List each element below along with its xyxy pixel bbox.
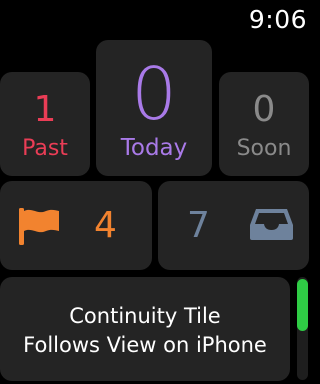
tile-inbox[interactable]: 7 [158, 181, 309, 270]
inbox-tray-icon [250, 209, 293, 240]
tile-today[interactable]: 0 Today [96, 40, 212, 176]
scroll-indicator-thumb [297, 279, 308, 331]
status-time: 9:06 [248, 5, 307, 34]
past-count: 1 [33, 89, 57, 130]
today-label: Today [120, 135, 188, 161]
continuity-line-1: Continuity Tile [69, 304, 221, 328]
past-label: Past [22, 136, 68, 161]
inbox-count: 7 [187, 205, 210, 246]
flag-icon [19, 208, 59, 245]
tile-soon[interactable]: 0 Soon [219, 72, 309, 176]
today-count: 0 [131, 52, 177, 136]
continuity-text: Continuity Tile Follows View on iPhone [0, 302, 290, 360]
scroll-indicator[interactable] [297, 277, 308, 380]
tile-past[interactable]: 1 Past [0, 72, 90, 176]
watch-screen: 9:06 1 Past 0 Today 0 Soon 4 7 Continuit… [0, 0, 309, 384]
flagged-count: 4 [94, 205, 117, 246]
continuity-line-2: Follows View on iPhone [23, 333, 267, 357]
soon-label: Soon [236, 136, 292, 161]
tile-flagged[interactable]: 4 [0, 181, 152, 270]
continuity-tile[interactable]: Continuity Tile Follows View on iPhone [0, 277, 290, 381]
soon-count: 0 [252, 89, 276, 130]
